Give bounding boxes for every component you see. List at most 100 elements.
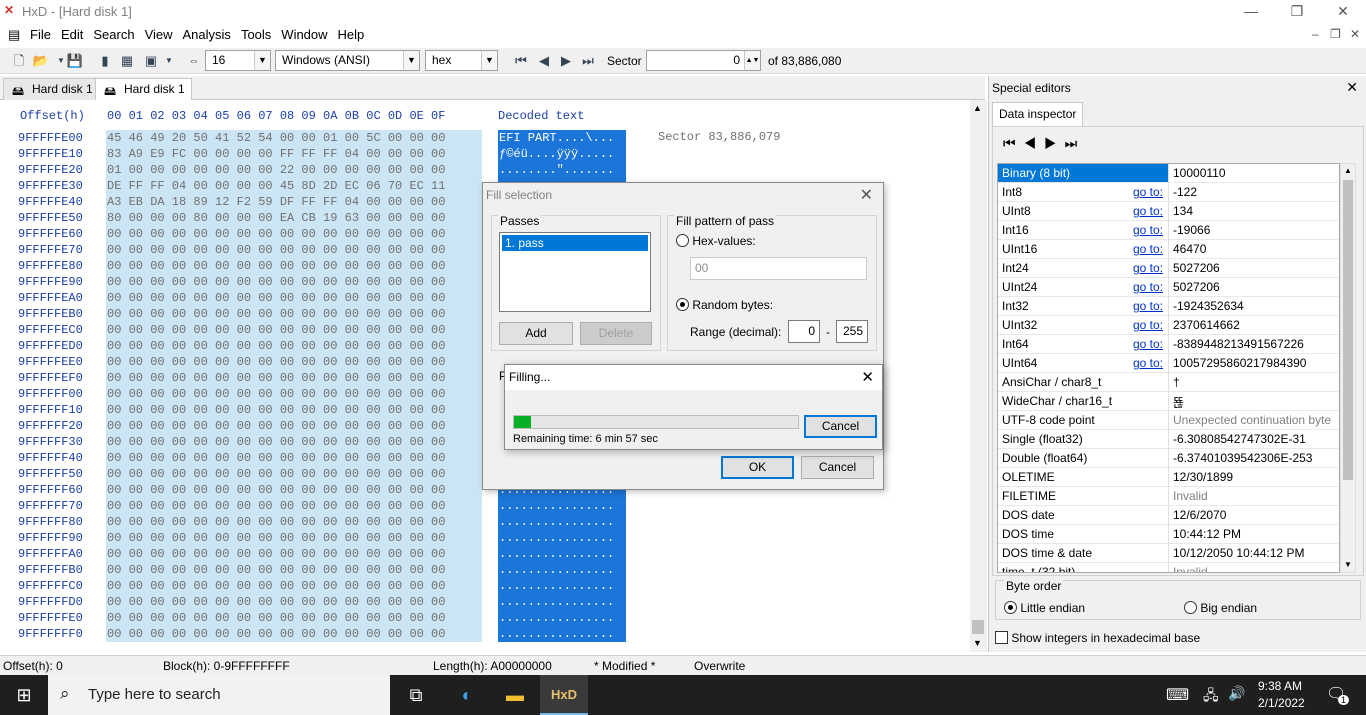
open-disk-icon[interactable]: ▦ (118, 52, 136, 70)
hex-row[interactable]: 00 00 00 00 00 00 00 00 00 00 00 00 00 0… (107, 578, 482, 594)
menu-edit[interactable]: Edit (56, 24, 88, 45)
hex-row[interactable]: 45 46 49 20 50 41 52 54 00 00 01 00 5C 0… (107, 130, 482, 146)
charset-select[interactable]: Windows (ANSI) ▼ (275, 50, 420, 71)
inspector-value[interactable]: 12/6/2070 (1168, 506, 1339, 525)
spinner-icon[interactable]: ▲▼ (744, 51, 760, 70)
goto-link[interactable]: go to: (1133, 318, 1163, 332)
decoded-row[interactable]: ................ (499, 578, 626, 594)
goto-link[interactable]: go to: (1133, 337, 1163, 351)
hex-row[interactable]: 00 00 00 00 00 00 00 00 00 00 00 00 00 0… (107, 562, 482, 578)
inspector-value[interactable]: 2370614662 (1168, 316, 1339, 335)
hex-row[interactable]: 00 00 00 00 00 00 00 00 00 00 00 00 00 0… (107, 466, 482, 482)
inspector-row[interactable]: Binary (8 bit) 10000110 (998, 164, 1339, 183)
goto-link[interactable]: go to: (1133, 356, 1163, 370)
decoded-row[interactable]: ................ (499, 498, 626, 514)
inspector-value[interactable]: Invalid (1168, 487, 1339, 506)
hex-row[interactable]: 00 00 00 00 00 00 00 00 00 00 00 00 00 0… (107, 610, 482, 626)
range-from-input[interactable]: 0 (788, 320, 820, 343)
inspector-row[interactable]: UInt64 go to: 10057295860217984390 (998, 354, 1339, 373)
menu-tools[interactable]: Tools (236, 24, 276, 45)
goto-link[interactable]: go to: (1133, 299, 1163, 313)
close-file-icon[interactable]: ▮ (96, 52, 114, 70)
hex-row[interactable]: 00 00 00 00 00 00 00 00 00 00 00 00 00 0… (107, 482, 482, 498)
next-sector-icon[interactable]: ▶ (557, 52, 575, 70)
task-view-icon[interactable]: ⧉ (392, 675, 440, 715)
close-button[interactable]: ✕ (1320, 0, 1366, 24)
sector-input[interactable]: 0 ▲▼ (646, 50, 761, 71)
inspector-value[interactable]: -8389448213491567226 (1168, 335, 1339, 354)
open-file-icon[interactable]: 📂 (32, 52, 50, 70)
inspector-value[interactable]: 12/30/1899 (1168, 468, 1339, 487)
cancel-fill-button[interactable]: Cancel (804, 415, 877, 438)
decoded-row[interactable]: ........"....... (499, 162, 626, 178)
minimize-button[interactable]: — (1228, 0, 1274, 24)
inspector-row[interactable]: Int24 go to: 5027206 (998, 259, 1339, 278)
mdi-minimize-button[interactable]: – (1312, 27, 1319, 41)
menu-help[interactable]: Help (333, 24, 370, 45)
inspector-value[interactable]: Unexpected continuation byte (1168, 411, 1339, 430)
scroll-up-icon[interactable]: ▲ (973, 103, 982, 113)
hex-row[interactable]: 00 00 00 00 00 00 00 00 00 00 00 00 00 0… (107, 498, 482, 514)
hex-row[interactable]: DE FF FF 04 00 00 00 00 45 8D 2D EC 06 7… (107, 178, 482, 194)
hex-row[interactable]: 00 00 00 00 00 00 00 00 00 00 00 00 00 0… (107, 338, 482, 354)
hex-row[interactable]: 00 00 00 00 00 00 00 00 00 00 00 00 00 0… (107, 226, 482, 242)
hex-row[interactable]: 00 00 00 00 00 00 00 00 00 00 00 00 00 0… (107, 402, 482, 418)
random-bytes-radio[interactable]: Random bytes: (676, 298, 773, 312)
inspector-row[interactable]: UInt16 go to: 46470 (998, 240, 1339, 259)
close-icon[interactable]: ✕ (1346, 79, 1358, 96)
network-icon[interactable]: 🖧 (1203, 685, 1219, 709)
inspector-value[interactable]: -6.30808542747302E-31 (1168, 430, 1339, 449)
inspector-value[interactable]: 5027206 (1168, 259, 1339, 278)
tab-data-inspector[interactable]: Data inspector (992, 102, 1084, 126)
mdi-close-button[interactable]: ✕ (1350, 27, 1360, 41)
tab-hard-disk-1[interactable]: 🖴 Hard disk 1 (3, 78, 100, 100)
save-icon[interactable]: 💾 (66, 52, 84, 70)
close-icon[interactable]: ✕ (860, 185, 873, 205)
menu-file[interactable]: File (25, 24, 56, 45)
hex-row[interactable]: 00 00 00 00 00 00 00 00 00 00 00 00 00 0… (107, 274, 482, 290)
hex-row[interactable]: 01 00 00 00 00 00 00 00 22 00 00 00 00 0… (107, 162, 482, 178)
scroll-up-icon[interactable]: ▲ (1344, 166, 1352, 175)
inspector-value[interactable]: -6.37401039542306E-253 (1168, 449, 1339, 468)
inspector-value[interactable]: 134 (1168, 202, 1339, 221)
goto-link[interactable]: go to: (1133, 280, 1163, 294)
volume-icon[interactable]: 🔊 (1228, 685, 1245, 702)
keyboard-icon[interactable]: ⌨ (1166, 685, 1189, 705)
inspector-value[interactable]: 10000110 (1168, 164, 1339, 183)
inspector-row[interactable]: DOS time & date 10/12/2050 10:44:12 PM (998, 544, 1339, 563)
inspector-value[interactable]: Invalid (1168, 563, 1339, 572)
inspector-value[interactable]: 10057295860217984390 (1168, 354, 1339, 373)
hex-bytes-selection[interactable]: 45 46 49 20 50 41 52 54 00 00 01 00 5C 0… (106, 130, 482, 642)
inspector-row[interactable]: UInt32 go to: 2370614662 (998, 316, 1339, 335)
scroll-thumb[interactable] (972, 620, 984, 634)
close-icon[interactable]: ✕ (861, 368, 874, 386)
big-endian-radio[interactable]: Big endian (1184, 601, 1257, 615)
hex-row[interactable]: 00 00 00 00 00 00 00 00 00 00 00 00 00 0… (107, 322, 482, 338)
decoded-row[interactable]: ................ (499, 626, 626, 642)
range-to-input[interactable]: 255 (836, 320, 868, 343)
cancel-button[interactable]: Cancel (801, 456, 874, 479)
hex-row[interactable]: 00 00 00 00 00 00 00 00 00 00 00 00 00 0… (107, 306, 482, 322)
hex-row[interactable]: 83 A9 E9 FC 00 00 00 00 FF FF FF 04 00 0… (107, 146, 482, 162)
hex-row[interactable]: A3 EB DA 18 89 12 F2 59 DF FF FF 04 00 0… (107, 194, 482, 210)
goto-link[interactable]: go to: (1133, 223, 1163, 237)
scroll-down-icon[interactable]: ▼ (1344, 560, 1352, 569)
list-item[interactable]: 1. pass (502, 235, 648, 251)
inspector-row[interactable]: FILETIME Invalid (998, 487, 1339, 506)
add-button[interactable]: Add (499, 322, 573, 345)
previous-sector-icon[interactable]: ◀ (535, 52, 553, 70)
inspector-row[interactable]: WideChar / char16_t 뚆 (998, 392, 1339, 411)
scroll-down-icon[interactable]: ▼ (973, 638, 982, 648)
inspector-row[interactable]: DOS time 10:44:12 PM (998, 525, 1339, 544)
bytes-per-row-select[interactable]: 16 ▼ (205, 50, 271, 71)
decoded-row[interactable]: ................ (499, 610, 626, 626)
delete-button[interactable]: Delete (580, 322, 652, 345)
inspector-row[interactable]: DOS date 12/6/2070 (998, 506, 1339, 525)
inspector-row[interactable]: OLETIME 12/30/1899 (998, 468, 1339, 487)
inspector-value[interactable]: † (1168, 373, 1339, 392)
decoded-row[interactable]: ................ (499, 562, 626, 578)
next-icon[interactable]: ▶ (1044, 135, 1065, 151)
menu-window[interactable]: Window (276, 24, 332, 45)
previous-icon[interactable]: ◀ (1024, 135, 1045, 151)
inspector-scrollbar[interactable]: ▲ ▼ (1340, 163, 1356, 573)
